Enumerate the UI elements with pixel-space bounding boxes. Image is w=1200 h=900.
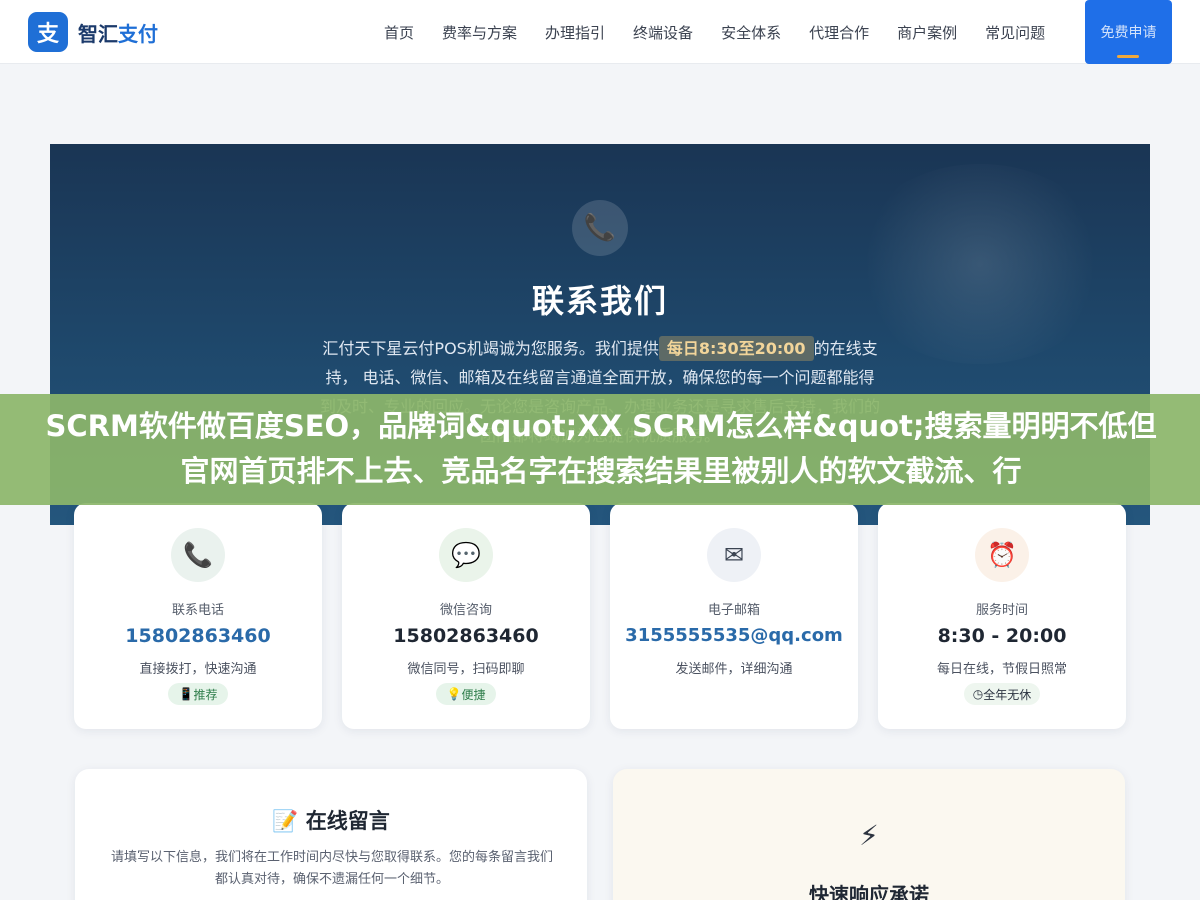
logo-name-part1: 智汇 (78, 21, 118, 46)
nav-home[interactable]: 首页 (384, 22, 414, 43)
contact-card-hours: ⏰ 服务时间 8:30 - 20:00 每日在线，节假日照常 ◷ 全年无休 (878, 503, 1126, 729)
mobile-icon: 📱 (178, 687, 194, 701)
card-sub: 直接拨打，快速沟通 (139, 662, 257, 677)
card-label: 联系电话 (171, 603, 224, 618)
service-hours: 8:30 - 20:00 (937, 625, 1067, 647)
bolt-icon: ⚡ (859, 819, 879, 852)
card-tag-label: 全年无休 (983, 687, 1032, 702)
service-hours-highlight: 每日8:30至20:00 (658, 336, 814, 361)
nav-guide[interactable]: 办理指引 (545, 22, 605, 43)
card-tag-label: 便捷 (461, 687, 486, 702)
card-sub: 微信同号，扫码即聊 (407, 662, 525, 677)
phone-icon: 📞 (572, 200, 628, 256)
message-panel-desc: 请填写以下信息，我们将在工作时间内尽快与您取得联系。您的每条留言我们都认真对待，… (111, 850, 554, 887)
page-title: 联系我们 (531, 282, 668, 320)
bulb-icon: 💡 (446, 687, 462, 701)
card-tag: ◷ 全年无休 (964, 683, 1040, 705)
mail-icon: ✉ (707, 528, 761, 582)
promise-panel-title: 快速响应承诺 (809, 883, 929, 900)
contact-card-email: ✉ 电子邮箱 3155555535@qq.com 发送邮件，详细沟通 (610, 503, 858, 729)
nav-pricing[interactable]: 费率与方案 (442, 22, 517, 43)
logo-name: 智汇支付 (78, 18, 158, 47)
phone-icon: 📞 (171, 528, 225, 582)
logo-name-part2: 支付 (118, 21, 158, 46)
contact-card-phone: 📞 联系电话 15802863460 直接拨打，快速沟通 📱 推荐 (74, 503, 322, 729)
clock-icon: ◷ (972, 687, 984, 701)
hero-glow (850, 164, 1110, 364)
message-panel-title: 📝 在线留言 (75, 805, 587, 835)
card-label: 电子邮箱 (707, 603, 760, 618)
hero-desc-before: 汇付天下星云付POS机竭诚为您服务。我们提供 (322, 339, 659, 358)
card-tag: 💡 便捷 (436, 683, 496, 705)
phone-number-link[interactable]: 15802863460 (74, 625, 322, 647)
card-tag-label: 推荐 (193, 687, 218, 702)
seo-banner-overlay: SCRM软件做百度SEO，品牌词&quot;XX SCRM怎么样&quot;搜索… (0, 394, 1200, 505)
active-indicator (1117, 55, 1139, 58)
message-panel-title-label: 在线留言 (305, 809, 390, 833)
nav-faq[interactable]: 常见问题 (985, 22, 1045, 43)
wechat-id: 15802863460 (393, 625, 539, 647)
chat-icon: 💬 (439, 528, 493, 582)
site-logo[interactable]: 支 智汇支付 (28, 12, 158, 52)
card-label: 微信咨询 (439, 603, 492, 618)
logo-mark: 支 (28, 12, 68, 52)
contact-card-wechat: 💬 微信咨询 15802863460 微信同号，扫码即聊 💡 便捷 (342, 503, 590, 729)
banner-text: SCRM软件做百度SEO，品牌词&quot;XX SCRM怎么样&quot;搜索… (45, 409, 1157, 488)
site-header: 支 智汇支付 首页 费率与方案 办理指引 终端设备 安全体系 代理合作 商户案例… (0, 0, 1200, 64)
promise-panel: ⚡ 快速响应承诺 (613, 769, 1125, 900)
nav-security[interactable]: 安全体系 (721, 22, 781, 43)
card-sub: 每日在线，节假日照常 (936, 662, 1067, 677)
nav-cases[interactable]: 商户案例 (897, 22, 957, 43)
nav-agent[interactable]: 代理合作 (809, 22, 869, 43)
nav-devices[interactable]: 终端设备 (633, 22, 693, 43)
message-panel: 📝 在线留言 请填写以下信息，我们将在工作时间内尽快与您取得联系。您的每条留言我… (75, 769, 587, 900)
card-sub: 发送邮件，详细沟通 (675, 662, 793, 677)
email-link[interactable]: 3155555535@qq.com (610, 625, 858, 646)
main-nav: 首页 费率与方案 办理指引 终端设备 安全体系 代理合作 商户案例 常见问题 (370, 0, 1059, 64)
card-tag: 📱 推荐 (168, 683, 228, 705)
card-label: 服务时间 (975, 603, 1028, 618)
memo-icon: 📝 (272, 809, 299, 833)
alarm-clock-icon: ⏰ (975, 528, 1029, 582)
